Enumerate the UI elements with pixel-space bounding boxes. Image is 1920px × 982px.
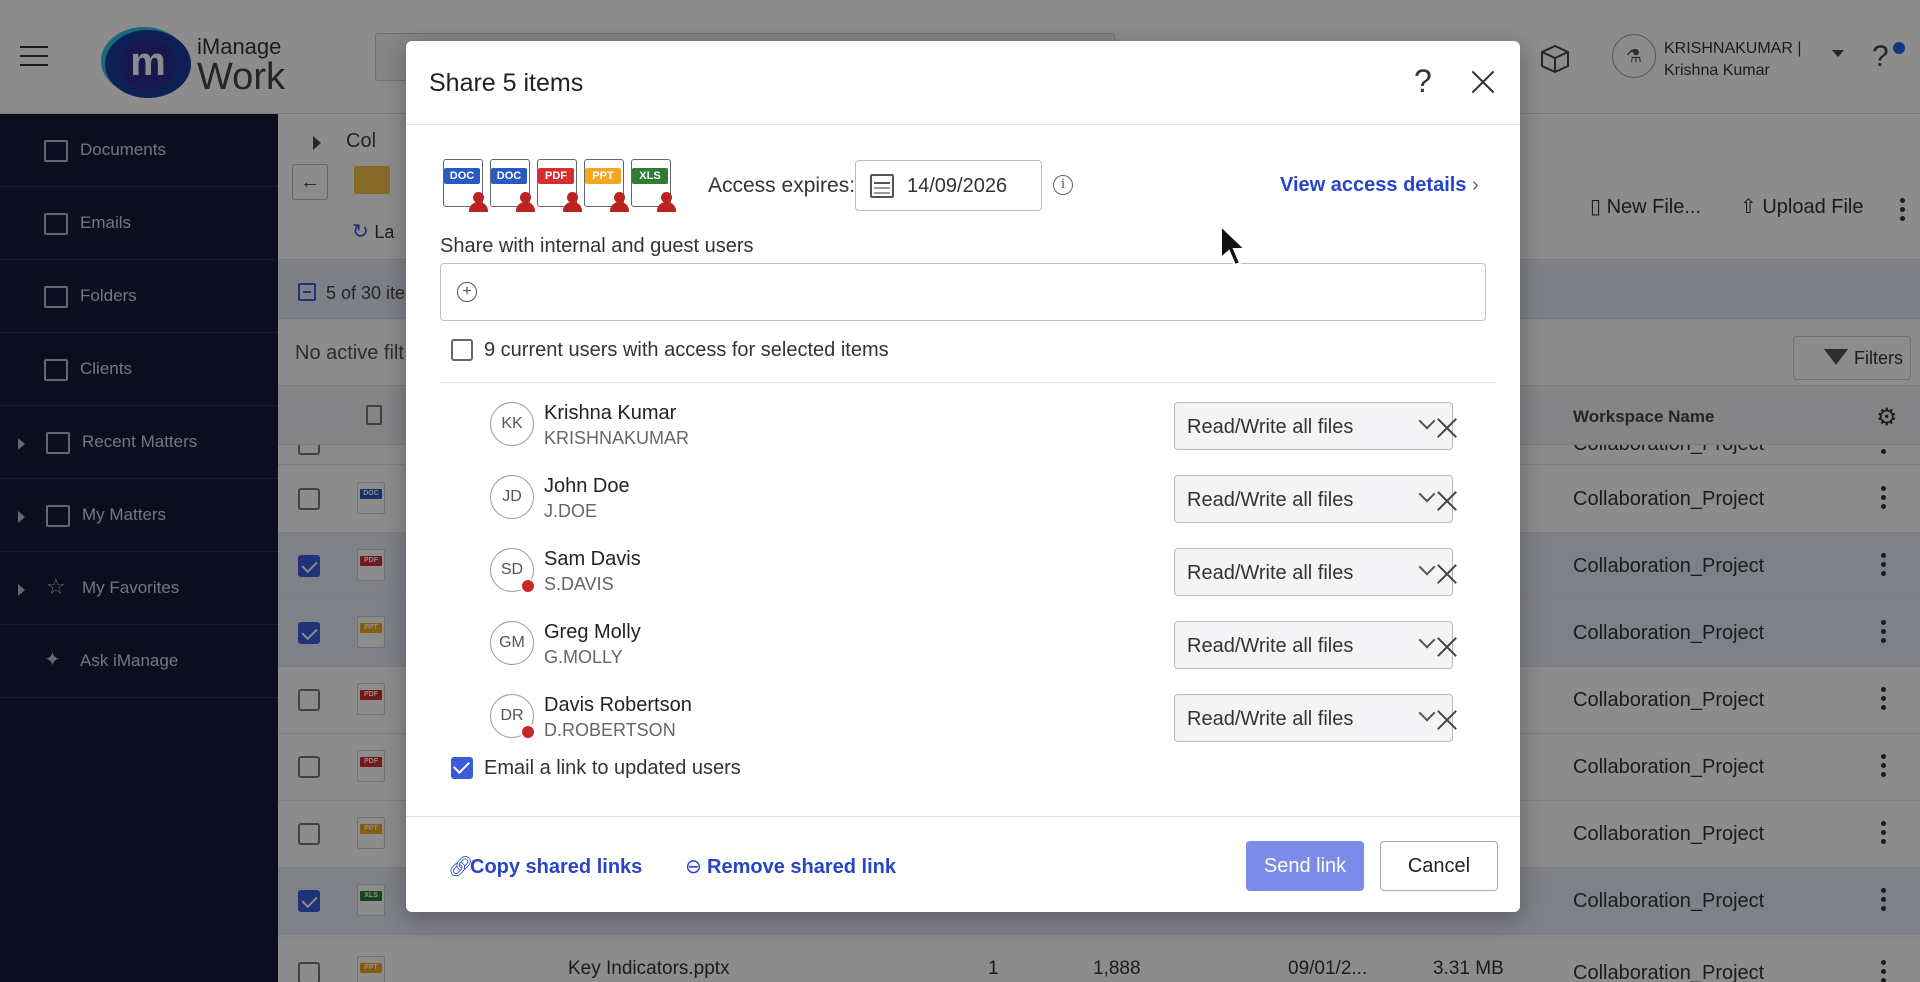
- permission-dropdown[interactable]: Read/Write all files: [1174, 475, 1453, 523]
- view-access-details-link[interactable]: View access details ›: [1280, 174, 1479, 197]
- user-name: Greg Molly: [544, 621, 641, 643]
- xls-shared-file-icon: XLS: [631, 159, 676, 212]
- user-login: KRISHNAKUMAR: [544, 428, 690, 448]
- access-expires-label: Access expires:: [708, 174, 856, 197]
- chevron-down-icon[interactable]: [1418, 412, 1436, 430]
- user-share-icon: [610, 192, 630, 212]
- user-list: KK Krishna Kumar KRISHNAKUMAR Read/Write al…: [440, 382, 1496, 771]
- remove-user-icon[interactable]: [1434, 561, 1460, 587]
- user-avatar: DR: [490, 694, 536, 740]
- remove-user-icon[interactable]: [1434, 634, 1460, 660]
- user-share-icon: [657, 192, 677, 212]
- user-row: KK Krishna Kumar KRISHNAKUMAR Read/Write al…: [440, 391, 1480, 464]
- cancel-button[interactable]: Cancel: [1380, 841, 1498, 891]
- chevron-right-icon: ›: [1472, 174, 1479, 196]
- user-name: Krishna Kumar: [544, 402, 677, 424]
- send-link-button[interactable]: Send link: [1246, 841, 1364, 891]
- external-user-icon: [520, 578, 536, 594]
- chevron-down-icon[interactable]: [1418, 704, 1436, 722]
- info-icon[interactable]: i: [1053, 175, 1073, 195]
- user-share-icon: [469, 192, 489, 212]
- link-icon: 🔗︎: [448, 856, 474, 878]
- permission-dropdown[interactable]: Read/Write all files: [1174, 402, 1453, 450]
- share-dialog: Share 5 items ? DOC DOC PDF PPT XLS Access e…: [406, 41, 1520, 912]
- remove-user-icon[interactable]: [1434, 415, 1460, 441]
- user-row: SD Sam Davis S.DAVIS Read/Write all files: [440, 537, 1480, 610]
- user-login: G.MOLLY: [544, 647, 623, 667]
- user-avatar: SD: [490, 548, 536, 594]
- email-link-label: Email a link to updated users: [484, 757, 741, 779]
- user-login: S.DAVIS: [544, 574, 614, 594]
- share-with-label: Share with internal and guest users: [440, 235, 754, 257]
- permission-dropdown[interactable]: Read/Write all files: [1174, 548, 1453, 596]
- dialog-footer: 🔗︎Copy shared links ⊖ Remove shared link …: [406, 816, 1520, 912]
- share-users-input[interactable]: +: [440, 263, 1486, 321]
- user-row: DR Davis Robertson D.ROBERTSON Read/Write a…: [440, 683, 1480, 756]
- current-users-checkbox[interactable]: [451, 339, 473, 361]
- dialog-title: Share 5 items: [429, 69, 584, 97]
- minus-circle-icon: ⊖: [685, 856, 702, 878]
- copy-shared-links-button[interactable]: 🔗︎Copy shared links: [448, 854, 642, 879]
- user-avatar: JD: [490, 475, 534, 519]
- help-icon[interactable]: ?: [1414, 63, 1432, 100]
- user-name: John Doe: [544, 475, 630, 497]
- chevron-down-icon[interactable]: [1418, 558, 1436, 576]
- user-share-icon: [516, 192, 536, 212]
- permission-dropdown[interactable]: Read/Write all files: [1174, 621, 1453, 669]
- doc-shared-file-icon: DOC: [443, 159, 488, 212]
- remove-user-icon[interactable]: [1434, 488, 1460, 514]
- user-login: J.DOE: [544, 501, 598, 521]
- add-user-icon[interactable]: +: [457, 282, 477, 302]
- user-share-icon: [563, 192, 583, 212]
- external-user-icon: [520, 724, 536, 740]
- chevron-down-icon[interactable]: [1418, 631, 1436, 649]
- user-row: GM Greg Molly G.MOLLY Read/Write all files: [440, 610, 1480, 683]
- remove-shared-link-button[interactable]: ⊖ Remove shared link: [685, 854, 896, 879]
- chevron-down-icon[interactable]: [1418, 485, 1436, 503]
- email-link-checkbox[interactable]: [451, 757, 473, 779]
- user-avatar: GM: [490, 621, 534, 665]
- access-expiry-date-field[interactable]: 14/09/2026: [855, 160, 1042, 211]
- calendar-icon[interactable]: [870, 174, 894, 198]
- pdf-shared-file-icon: PDF: [537, 159, 582, 212]
- user-login: D.ROBERTSON: [544, 720, 676, 740]
- user-row: JD John Doe J.DOE Read/Write all files: [440, 464, 1480, 537]
- access-expiry-date: 14/09/2026: [907, 175, 1008, 197]
- current-users-label: 9 current users with access for selected…: [484, 339, 889, 361]
- mouse-cursor-icon: [1220, 224, 1248, 267]
- dialog-header: Share 5 items ?: [406, 41, 1520, 125]
- user-name: Sam Davis: [544, 548, 641, 570]
- remove-user-icon[interactable]: [1434, 707, 1460, 733]
- permission-dropdown[interactable]: Read/Write all files: [1174, 694, 1453, 742]
- user-avatar: KK: [490, 402, 534, 446]
- user-name: Davis Robertson: [544, 694, 692, 716]
- ppt-shared-file-icon: PPT: [584, 159, 629, 212]
- close-icon[interactable]: [1468, 67, 1498, 97]
- doc-shared-file-icon: DOC: [490, 159, 535, 212]
